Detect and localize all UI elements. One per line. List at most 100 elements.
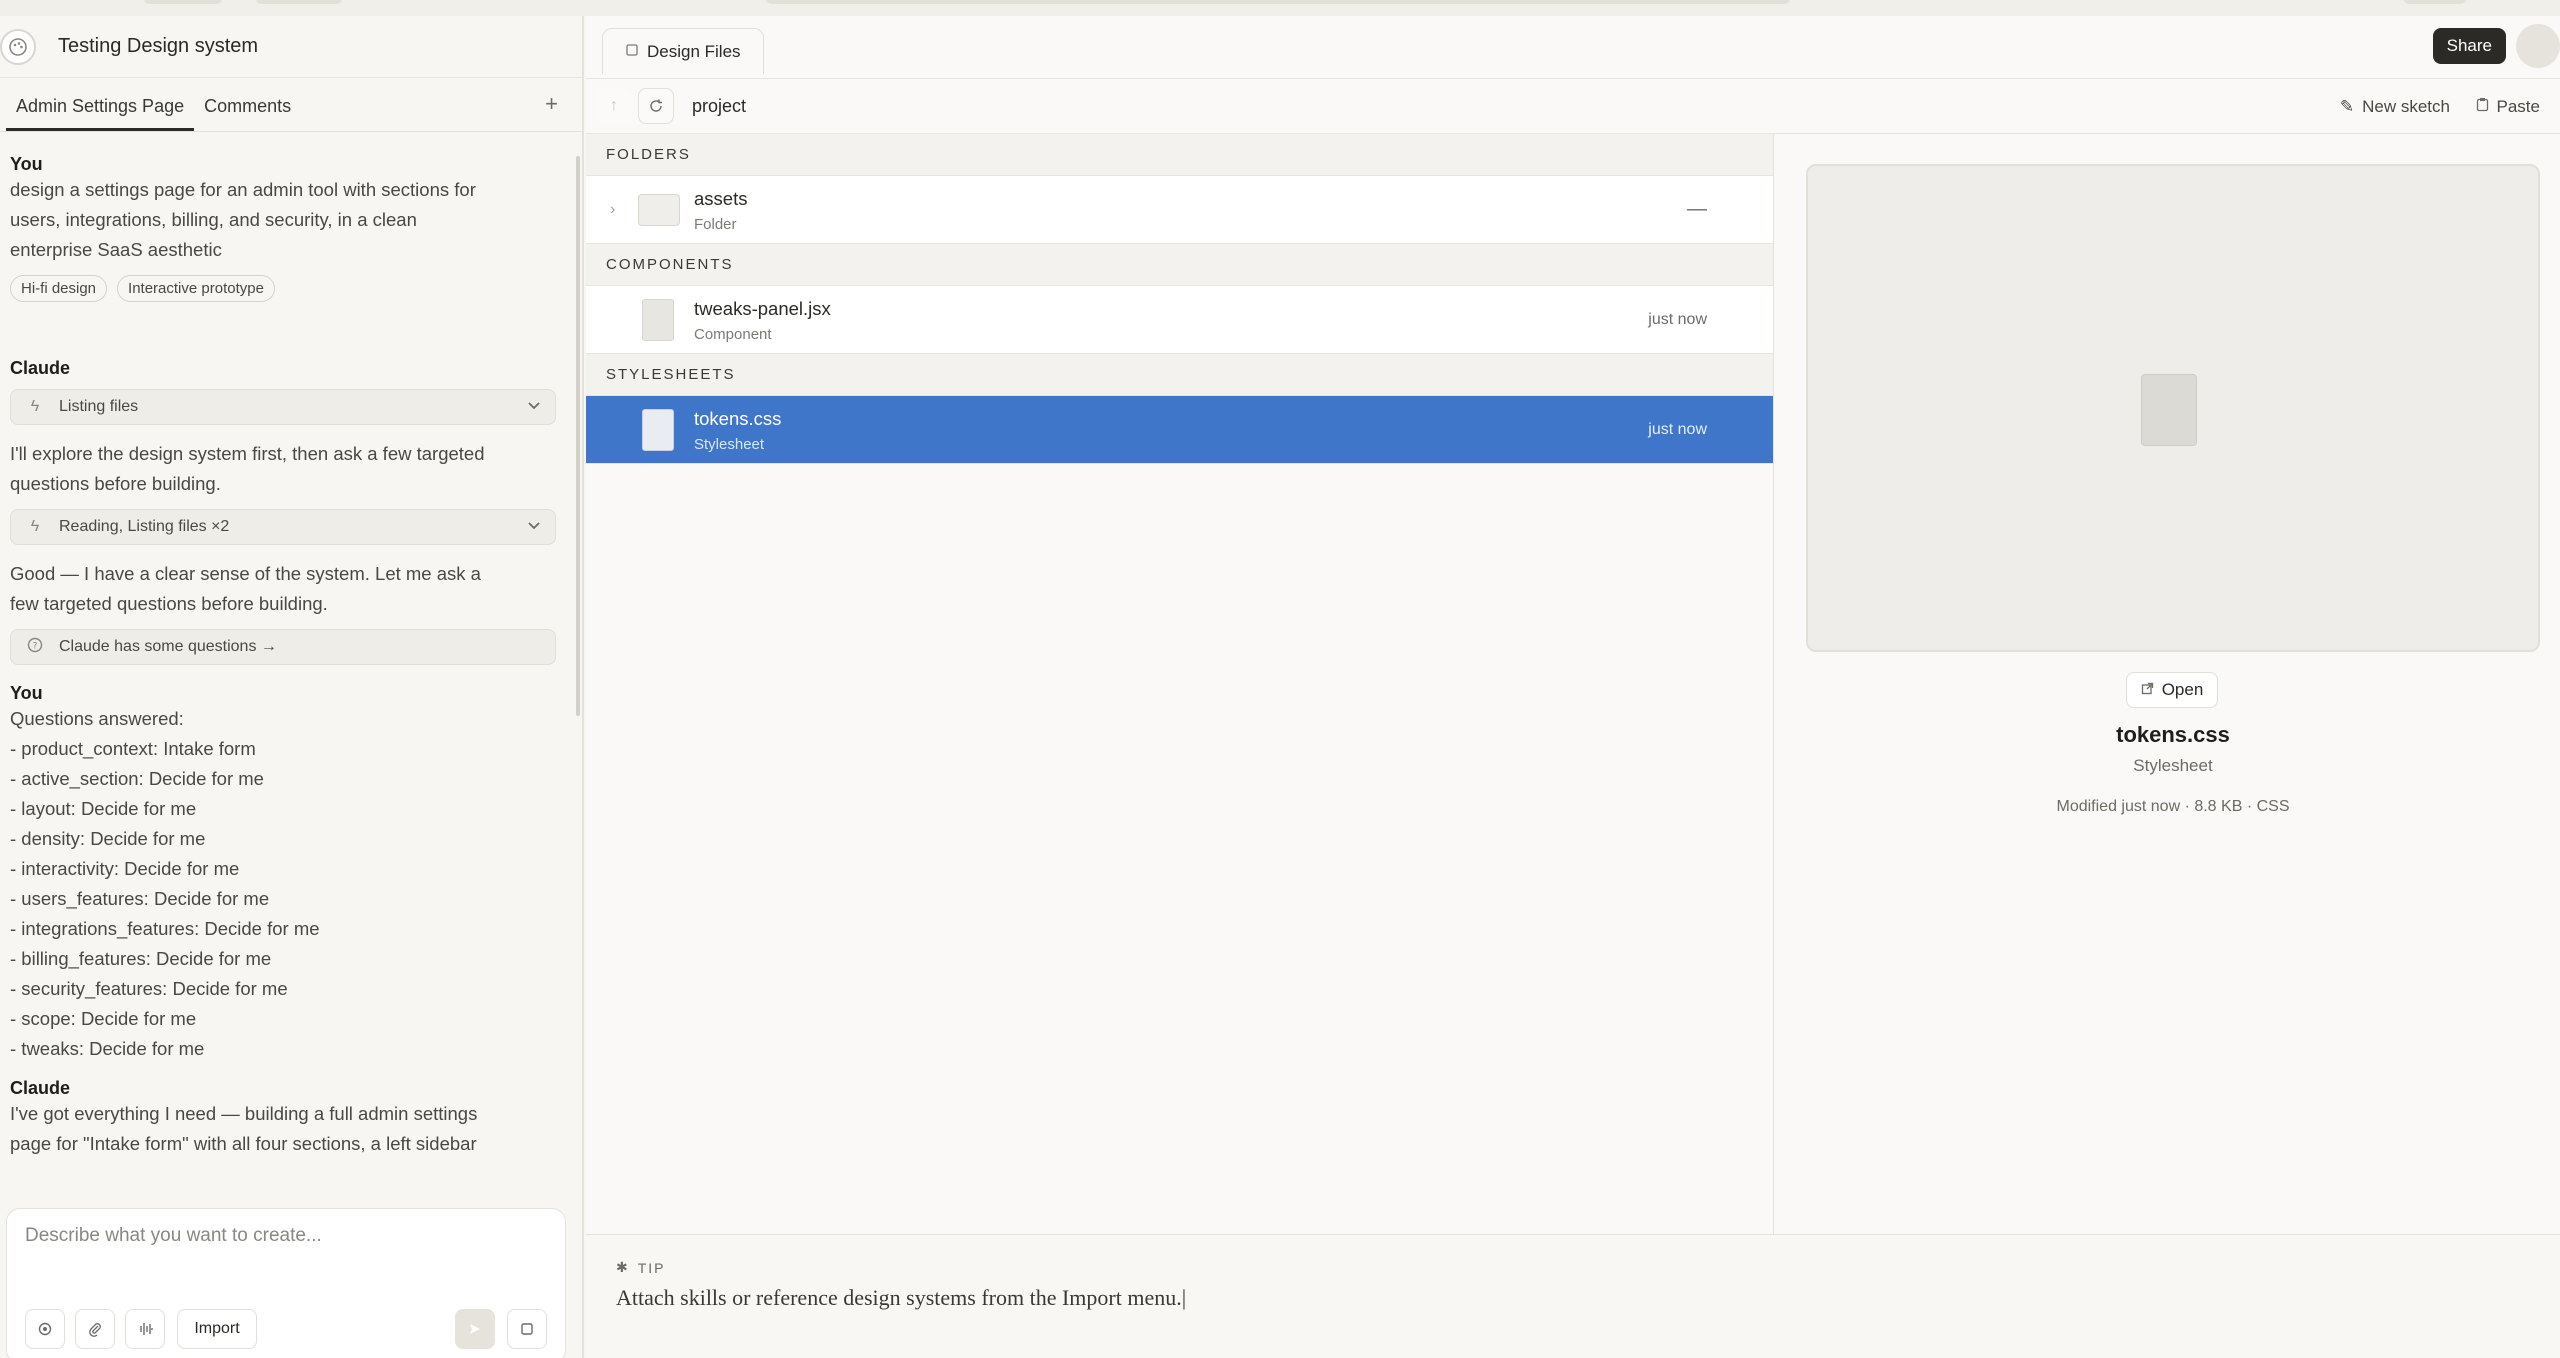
message-line: - interactivity: Decide for me: [10, 858, 240, 879]
questions-link-label: Claude has some questions →: [59, 638, 277, 655]
message-line: - users_features: Decide for me: [10, 888, 270, 909]
tip-label: ✱ TIP: [616, 1259, 666, 1276]
file-row-assets[interactable]: › assets Folder —: [586, 176, 1773, 244]
questions-link[interactable]: ? Claude has some questions →: [10, 629, 556, 665]
chip-interactive-prototype: Interactive prototype: [117, 275, 275, 302]
message-line: page for "Intake form" with all four sec…: [10, 1133, 477, 1154]
composer: Import: [6, 1208, 566, 1358]
chevron-right-icon[interactable]: ›: [610, 201, 615, 219]
plus-icon[interactable]: +: [545, 91, 558, 117]
tool-call-label: Listing files: [59, 398, 139, 415]
doc-icon: [2141, 374, 2197, 446]
open-button[interactable]: Open: [2126, 672, 2218, 708]
breadcrumb[interactable]: project: [692, 96, 746, 117]
chevron-down-icon: [527, 398, 541, 416]
paperclip-icon[interactable]: [75, 1309, 115, 1349]
speaker-label: You: [10, 683, 43, 703]
waveform-icon[interactable]: [125, 1309, 165, 1349]
doc-icon: [625, 42, 639, 62]
settings-icon[interactable]: [25, 1309, 65, 1349]
message-line: design a settings page for an admin tool…: [10, 179, 476, 200]
external-link-icon: [2141, 680, 2154, 700]
new-sketch-label: New sketch: [2362, 97, 2450, 116]
chip-hi-fi-design: Hi-fi design: [10, 275, 108, 302]
prompt-input[interactable]: [25, 1225, 525, 1247]
section-header-folders: FOLDERS: [586, 134, 1773, 176]
file-name: tweaks-panel.jsx: [694, 298, 831, 319]
file-preview: [1806, 164, 2540, 652]
section-header-stylesheets: STYLESHEETS: [586, 354, 1773, 396]
preview-file-meta: Modified just now · 8.8 KB · CSS: [2056, 798, 2290, 815]
stop-icon[interactable]: [507, 1309, 547, 1349]
message-line: - security_features: Decide for me: [10, 978, 288, 999]
chat-scrollbar[interactable]: [576, 156, 580, 716]
speaker-label: Claude: [10, 358, 71, 378]
message-line: - active_section: Decide for me: [10, 768, 264, 789]
message-line: Good — I have a clear sense of the syste…: [10, 563, 481, 584]
svg-text:?: ?: [33, 641, 38, 651]
file-icon: [642, 408, 674, 451]
message-line: - product_context: Intake form: [10, 738, 256, 759]
arrow-up-icon[interactable]: ↑: [596, 88, 632, 124]
message-line: - billing_features: Decide for me: [10, 948, 272, 969]
send-icon[interactable]: [455, 1309, 495, 1349]
file-time: just now: [1648, 310, 1707, 328]
message-line: users, integrations, billing, and securi…: [10, 209, 417, 230]
project-title[interactable]: Testing Design system: [58, 35, 258, 58]
file-row-tokens-css[interactable]: tokens.css Stylesheet just now: [586, 396, 1773, 464]
bolt-icon: ϟ: [30, 518, 40, 535]
file-kind: Stylesheet: [694, 436, 765, 453]
message-line: few targeted questions before building.: [10, 593, 328, 614]
file-name: assets: [694, 188, 748, 209]
palette-icon[interactable]: [0, 28, 36, 65]
user-message: design a settings page for an admin tool…: [10, 175, 556, 265]
tip-text: Attach skills or reference design system…: [616, 1285, 1187, 1310]
bolt-icon: ϟ: [30, 398, 40, 415]
tab-admin-settings-page[interactable]: Admin Settings Page: [6, 96, 195, 131]
new-sketch-button[interactable]: ✎ New sketch: [2340, 97, 2450, 117]
chat-thread: You design a settings page for an admin …: [10, 148, 556, 1159]
section-header-components: COMPONENTS: [586, 244, 1773, 286]
top-pill: [2404, 0, 2466, 4]
tab-comments[interactable]: Comments: [194, 96, 301, 131]
sparkle-icon: ✱: [616, 1259, 630, 1275]
message-line: - tweaks: Decide for me: [10, 1038, 205, 1059]
tip-bar: ✱ TIP Attach skills or reference design …: [586, 1234, 2560, 1358]
tip-label-text: TIP: [637, 1259, 666, 1276]
chips: Hi-fi design Interactive prototype: [10, 275, 556, 302]
message-line: - scope: Decide for me: [10, 1008, 197, 1029]
assistant-message: Good — I have a clear sense of the syste…: [10, 559, 556, 619]
assistant-message: I'll explore the design system first, th…: [10, 439, 556, 499]
avatar[interactable]: [2516, 24, 2560, 68]
paste-button[interactable]: Paste: [2476, 97, 2540, 117]
clipboard-icon: [2476, 97, 2489, 117]
file-name: tokens.css: [694, 408, 782, 429]
path-toolbar: ↑ project ✎ New sketch Paste: [586, 78, 2560, 134]
tool-call-reading[interactable]: ϟ Reading, Listing files ×2: [10, 509, 556, 545]
file-kind: Folder: [694, 216, 737, 233]
message-line: - layout: Decide for me: [10, 798, 197, 819]
message-line: I've got everything I need — building a …: [10, 1103, 478, 1124]
file-time: just now: [1648, 420, 1707, 438]
tab-design-files[interactable]: Design Files: [602, 28, 764, 74]
import-button[interactable]: Import: [177, 1309, 257, 1349]
project-header: Testing Design system: [0, 16, 582, 78]
refresh-icon[interactable]: [638, 88, 674, 124]
preview-file-name: tokens.css: [2116, 722, 2230, 747]
top-pill: [256, 0, 342, 4]
chat-tabs: Admin Settings Page Comments +: [0, 78, 582, 132]
message-line: - density: Decide for me: [10, 828, 206, 849]
file-kind: Component: [694, 326, 772, 343]
chevron-down-icon: [527, 518, 541, 536]
top-strip: [0, 0, 2560, 16]
share-button[interactable]: Share: [2432, 28, 2506, 64]
file-list: FOLDERS › assets Folder — COMPONENTS twe…: [586, 134, 1774, 1234]
paste-label: Paste: [2496, 97, 2540, 116]
file-status: —: [1687, 198, 1707, 220]
speaker-label: Claude: [10, 1078, 71, 1098]
folder-icon: [638, 193, 680, 226]
message-line: I'll explore the design system first, th…: [10, 443, 485, 464]
file-row-tweaks-panel[interactable]: tweaks-panel.jsx Component just now: [586, 286, 1773, 354]
user-message: Questions answered: - product_context: I…: [10, 704, 556, 1064]
tool-call-listing-files[interactable]: ϟ Listing files: [10, 389, 556, 425]
